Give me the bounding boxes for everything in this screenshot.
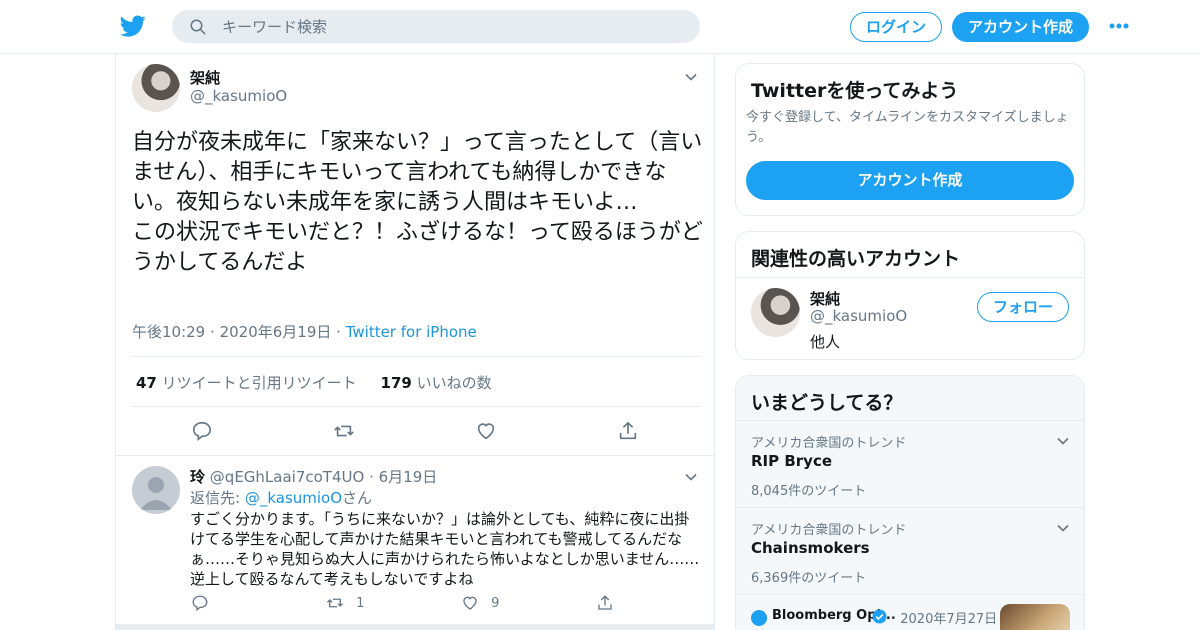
replying-suffix: さん	[342, 489, 373, 507]
top-header: ログイン アカウント作成	[0, 0, 1200, 54]
divider	[116, 455, 714, 456]
tweet-source[interactable]: Twitter for iPhone	[346, 323, 477, 341]
reply-header: 玲 @qEGhLaai7coT4UO · 6月19日	[190, 466, 437, 487]
tweet-time[interactable]: 午後10:29	[132, 323, 205, 341]
default-avatar-icon	[140, 477, 172, 510]
retweet-icon[interactable]	[333, 420, 355, 442]
chevron-down-icon[interactable]	[684, 70, 698, 84]
signup-button[interactable]: アカウント作成	[952, 12, 1089, 42]
chevron-down-icon[interactable]	[1056, 434, 1070, 448]
reply-icon	[192, 595, 208, 612]
trends-card: いまどうしてる？ アメリカ合衆国のトレンド RIP Bryce 8,045件のツ…	[735, 375, 1085, 630]
replying-to: 返信先: @_kasumioOさん	[190, 487, 372, 508]
like-stat[interactable]: 179 いいねの数	[381, 374, 492, 392]
reply-retweet-button[interactable]: 1	[326, 594, 364, 614]
signup-card-subtitle: 今すぐ登録して、タイムラインをカスタマイズしましょう。	[746, 110, 1069, 145]
meta-dot: ·	[210, 323, 220, 341]
related-avatar[interactable]	[751, 288, 800, 337]
signup-card: Twitterを使ってみよう 今すぐ登録して、タイムラインをカスタマイズしましょ…	[735, 63, 1085, 216]
divider	[132, 356, 700, 357]
trend-count: 6,369件のツイート	[751, 571, 867, 586]
trend-context: アメリカ合衆国のトレンド	[751, 436, 907, 451]
trend-name[interactable]: RIP Bryce	[751, 452, 832, 470]
trends-card-title: いまどうしてる？	[751, 392, 903, 414]
reply-icon[interactable]	[191, 420, 213, 442]
divider	[736, 507, 1084, 508]
retweet-stat[interactable]: 47 リツイートと引用リツイート	[136, 374, 357, 392]
share-icon[interactable]	[617, 420, 639, 442]
share-icon	[598, 595, 612, 610]
reply-like-button[interactable]: 9	[461, 594, 499, 614]
divider	[736, 277, 1084, 278]
tweet-meta: 午後10:29 · 2020年6月19日 · Twitter for iPhon…	[132, 321, 477, 342]
author-handle[interactable]: @_kasumioO	[190, 87, 287, 105]
related-accounts-card: 関連性の高いアカウント 架純 @_kasumioO 他人 フォロー	[735, 231, 1085, 360]
tweet-column: 架純 @_kasumioO 自分が夜未成年に「家来ない？」って言ったとして（言い…	[115, 54, 715, 630]
like-label: いいねの数	[416, 374, 492, 392]
tweet-stats: 47 リツイートと引用リツイート 179 いいねの数	[136, 372, 492, 393]
related-bio: 他人	[810, 333, 841, 351]
divider	[132, 406, 700, 407]
tweet-text: 自分が夜未成年に「家来ない？」って言ったとして（言いません）、相手にキモいって言…	[132, 130, 703, 275]
replying-to-link[interactable]: @_kasumioO	[245, 489, 342, 507]
chevron-down-icon[interactable]	[684, 470, 698, 484]
reply-avatar[interactable]	[132, 466, 180, 514]
like-count: 179	[380, 374, 412, 392]
retweet-label: リツイートと引用リツイート	[161, 374, 357, 392]
login-button[interactable]: ログイン	[850, 12, 942, 42]
divider	[736, 594, 1084, 595]
tweet-date[interactable]: 2020年6月19日	[220, 323, 332, 341]
retweet-count: 47	[136, 374, 157, 392]
reply-text: すごく分かります。「うちに来ないか？」は論外としても、純粋に夜に出掛けてる学生を…	[190, 510, 700, 588]
trend-count: 8,045件のツイート	[751, 484, 867, 499]
reply-author-name[interactable]: 玲	[190, 468, 205, 486]
section-divider	[116, 624, 714, 630]
reply-date[interactable]: 6月19日	[379, 468, 438, 486]
like-icon[interactable]	[475, 420, 497, 442]
trend-context: アメリカ合衆国のトレンド	[751, 523, 907, 538]
meta-dot: ·	[369, 468, 374, 486]
reply-author-handle[interactable]: @qEGhLaai7coT4UO	[210, 468, 365, 486]
twitter-bird-icon[interactable]	[120, 13, 146, 39]
create-account-button[interactable]: アカウント作成	[746, 161, 1074, 200]
like-icon	[463, 596, 477, 610]
replying-prefix: 返信先:	[190, 489, 241, 507]
related-name[interactable]: 架純	[810, 288, 840, 309]
avatar[interactable]	[132, 64, 180, 112]
retweet-icon	[327, 598, 343, 608]
news-source-avatar	[751, 610, 767, 626]
chevron-down-icon[interactable]	[1056, 521, 1070, 535]
author-name[interactable]: 架純	[190, 67, 220, 88]
follow-button[interactable]: フォロー	[977, 292, 1069, 322]
search-input[interactable]	[222, 10, 682, 43]
verified-badge-icon	[872, 609, 887, 624]
signup-card-title: Twitterを使ってみよう	[751, 80, 959, 102]
more-dots-icon[interactable]	[1108, 20, 1130, 32]
reply-reply-button[interactable]	[191, 594, 209, 614]
trend-name[interactable]: Chainsmokers	[751, 539, 870, 557]
search-bar[interactable]	[172, 10, 700, 43]
news-date: · 2020年7月27日	[892, 612, 998, 627]
related-handle[interactable]: @_kasumioO	[810, 307, 907, 325]
news-thumbnail[interactable]	[1000, 604, 1070, 630]
related-card-title: 関連性の高いアカウント	[751, 248, 961, 270]
reply-share-button[interactable]	[596, 594, 614, 614]
reply-like-count: 9	[491, 595, 500, 611]
search-icon	[190, 19, 206, 35]
meta-dot: ·	[336, 323, 346, 341]
divider	[736, 420, 1084, 421]
reply-retweet-count: 1	[356, 595, 365, 611]
news-date-text: 2020年7月27日	[900, 612, 998, 627]
